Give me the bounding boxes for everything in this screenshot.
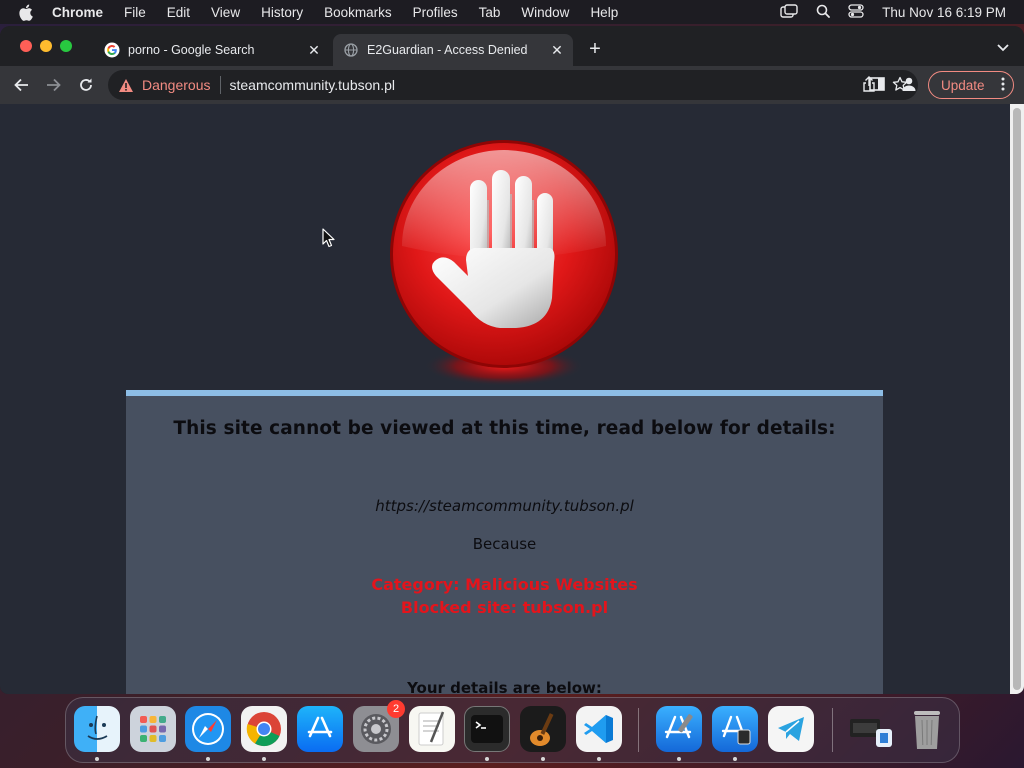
menubar-clock[interactable]: Thu Nov 16 6:19 PM bbox=[882, 5, 1006, 20]
page-scrollbar[interactable] bbox=[1010, 104, 1024, 694]
menu-bookmarks[interactable]: Bookmarks bbox=[324, 5, 392, 20]
scrollbar-thumb[interactable] bbox=[1013, 108, 1021, 690]
google-icon bbox=[104, 42, 120, 58]
tab-title: porno - Google Search bbox=[128, 43, 255, 57]
system-settings-icon[interactable]: 2 bbox=[353, 700, 405, 752]
close-tab-icon[interactable]: ✕ bbox=[306, 42, 322, 58]
running-indicator bbox=[485, 757, 489, 761]
page-headline: This site cannot be viewed at this time,… bbox=[173, 418, 836, 439]
downloads-stack-icon[interactable] bbox=[848, 706, 894, 752]
apple-menu-icon[interactable] bbox=[18, 4, 36, 21]
menu-app-name[interactable]: Chrome bbox=[52, 5, 103, 20]
app-store-icon[interactable] bbox=[297, 706, 343, 752]
notification-badge: 2 bbox=[387, 700, 405, 718]
screen-mirroring-icon[interactable] bbox=[780, 3, 798, 21]
warning-triangle-icon[interactable] bbox=[118, 77, 134, 93]
menu-window[interactable]: Window bbox=[521, 5, 569, 20]
chrome-window: porno - Google Search ✕ E2Guardian - Acc… bbox=[0, 26, 1024, 694]
block-category: Category: Malicious Websites bbox=[371, 575, 638, 594]
menu-profiles[interactable]: Profiles bbox=[413, 5, 458, 20]
vscode-icon[interactable] bbox=[576, 706, 622, 752]
textedit-icon[interactable] bbox=[409, 706, 455, 752]
mouse-cursor-icon bbox=[322, 228, 335, 248]
zoom-window-button[interactable] bbox=[60, 40, 72, 52]
tab-search-chevron-icon[interactable] bbox=[996, 40, 1010, 58]
running-indicator bbox=[206, 757, 210, 761]
details-heading: Your details are below: bbox=[407, 679, 602, 694]
control-center-icon[interactable] bbox=[848, 3, 864, 21]
trash-icon[interactable] bbox=[904, 706, 950, 752]
spotlight-search-icon[interactable] bbox=[816, 4, 831, 21]
terminal-icon[interactable] bbox=[464, 706, 510, 752]
finder-icon[interactable] bbox=[74, 706, 120, 752]
tab-strip: porno - Google Search ✕ E2Guardian - Acc… bbox=[0, 26, 1024, 66]
macos-dock: 2 bbox=[65, 697, 960, 763]
stop-hand-icon bbox=[390, 140, 618, 386]
profile-avatar-icon[interactable] bbox=[900, 75, 918, 98]
new-tab-button[interactable]: + bbox=[585, 39, 605, 59]
tab-access-denied[interactable]: E2Guardian - Access Denied ✕ bbox=[333, 34, 573, 66]
globe-icon bbox=[343, 42, 359, 58]
menu-history[interactable]: History bbox=[261, 5, 303, 20]
forward-button[interactable] bbox=[43, 74, 65, 96]
safari-icon[interactable] bbox=[185, 706, 231, 752]
window-controls bbox=[20, 40, 72, 52]
running-indicator bbox=[541, 757, 545, 761]
running-indicator bbox=[677, 757, 681, 761]
menu-file[interactable]: File bbox=[124, 5, 146, 20]
telegram-icon[interactable] bbox=[768, 706, 814, 752]
xcode-icon[interactable] bbox=[656, 706, 702, 752]
menu-view[interactable]: View bbox=[211, 5, 240, 20]
minimize-window-button[interactable] bbox=[40, 40, 52, 52]
browser-toolbar: Dangerous steamcommunity.tubson.pl Updat… bbox=[0, 66, 1024, 104]
dock-divider bbox=[832, 708, 833, 752]
page-viewport: This site cannot be viewed at this time,… bbox=[0, 104, 1010, 694]
running-indicator bbox=[262, 757, 266, 761]
update-label: Update bbox=[941, 77, 985, 93]
side-panel-icon[interactable] bbox=[868, 75, 886, 98]
update-button[interactable]: Update bbox=[928, 71, 1014, 99]
dock-divider bbox=[638, 708, 639, 752]
blocked-site: Blocked site: tubson.pl bbox=[400, 598, 609, 617]
launchpad-icon[interactable] bbox=[130, 706, 176, 752]
more-options-icon[interactable] bbox=[1001, 76, 1005, 95]
tab-google-search[interactable]: porno - Google Search ✕ bbox=[94, 34, 330, 66]
address-bar[interactable]: Dangerous steamcommunity.tubson.pl bbox=[108, 70, 918, 100]
tab-title: E2Guardian - Access Denied bbox=[367, 43, 528, 57]
simulator-icon[interactable] bbox=[712, 706, 758, 752]
back-button[interactable] bbox=[10, 74, 32, 96]
garageband-icon[interactable] bbox=[520, 706, 566, 752]
menu-edit[interactable]: Edit bbox=[167, 5, 190, 20]
close-tab-icon[interactable]: ✕ bbox=[549, 42, 565, 58]
url-text[interactable]: steamcommunity.tubson.pl bbox=[230, 77, 395, 93]
menu-tab[interactable]: Tab bbox=[479, 5, 501, 20]
omnibox-divider bbox=[219, 76, 221, 94]
chrome-icon[interactable] bbox=[241, 706, 287, 752]
access-denied-panel: This site cannot be viewed at this time,… bbox=[126, 390, 883, 694]
running-indicator bbox=[733, 757, 737, 761]
close-window-button[interactable] bbox=[20, 40, 32, 52]
menu-help[interactable]: Help bbox=[590, 5, 618, 20]
running-indicator bbox=[95, 757, 99, 761]
blocked-url: https://steamcommunity.tubson.pl bbox=[375, 497, 634, 515]
running-indicator bbox=[597, 757, 601, 761]
because-label: Because bbox=[472, 535, 537, 553]
dangerous-site-label[interactable]: Dangerous bbox=[142, 77, 211, 93]
macos-menu-bar: Chrome File Edit View History Bookmarks … bbox=[0, 0, 1024, 24]
reload-button[interactable] bbox=[75, 74, 97, 96]
